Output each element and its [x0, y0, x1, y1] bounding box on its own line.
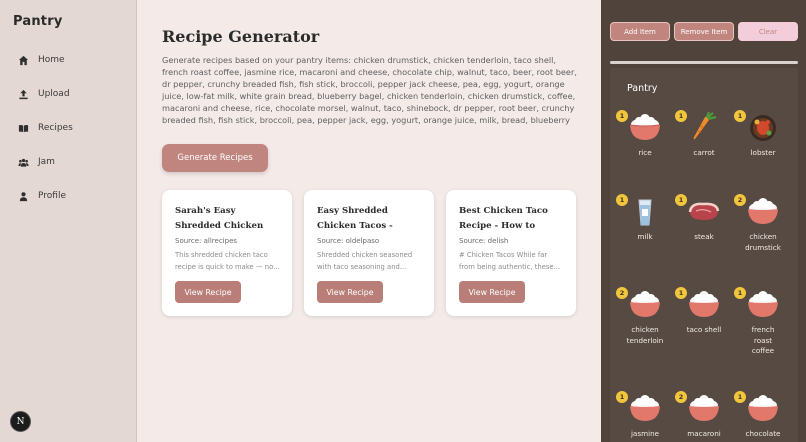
- view-recipe-button[interactable]: View Recipe: [175, 281, 241, 303]
- item-label: carrot: [693, 148, 715, 157]
- sidebar-item-upload[interactable]: Upload: [18, 84, 70, 104]
- rice-bowl-icon: [689, 291, 719, 317]
- sidebar-item-label: Profile: [38, 191, 66, 201]
- pantry-item-rice[interactable]: 1 rice: [616, 110, 674, 159]
- item-count-badge: 1: [616, 194, 628, 206]
- recipe-title: Easy Shredded Chicken Tacos - Mexican...: [317, 206, 393, 231]
- item-count-badge: 1: [734, 391, 746, 403]
- pantry-grid: Pantry 1 rice 1 carrot 1 lobster 1 milk: [610, 68, 798, 442]
- main-content: Recipe Generator Generate recipes based …: [137, 0, 601, 442]
- milk-glass-icon: [638, 199, 652, 226]
- item-label: lobster: [750, 148, 776, 157]
- pantry-item-carrot[interactable]: 1 carrot: [675, 110, 733, 159]
- item-label: steak: [694, 232, 714, 241]
- sidebar-item-label: Upload: [38, 89, 70, 99]
- brand-title: Pantry: [13, 14, 63, 29]
- steak-icon: [688, 202, 720, 220]
- item-count-badge: 2: [675, 391, 687, 403]
- recipe-card: Best Chicken Taco Recipe - How to Make..…: [446, 190, 576, 316]
- book-icon: [18, 124, 29, 132]
- item-label: milk: [637, 232, 653, 241]
- sidebar-item-recipes[interactable]: Recipes: [18, 118, 73, 138]
- pantry-item-macaroni[interactable]: 2 macaroni: [675, 391, 733, 440]
- item-label: macaroni: [687, 429, 721, 438]
- avatar[interactable]: N: [10, 411, 31, 432]
- recipe-card: Sarah's Easy Shredded Chicken Taco Filli…: [162, 190, 292, 316]
- people-icon: [18, 158, 29, 167]
- pantry-item-milk[interactable]: 1 milk: [616, 194, 674, 243]
- recipe-source: Source: delish: [459, 237, 509, 245]
- item-label: chocolate: [745, 429, 781, 438]
- carrot-icon: [693, 111, 717, 140]
- rice-bowl-icon: [630, 291, 660, 317]
- pantry-item-chicken-tenderloin[interactable]: 2 chicken tenderloin: [616, 287, 674, 346]
- item-label: jasmine: [630, 429, 660, 438]
- item-count-badge: 1: [734, 110, 746, 122]
- pantry-item-lobster[interactable]: 1 lobster: [734, 110, 792, 159]
- sidebar-item-label: Jam: [38, 157, 55, 167]
- page-title: Recipe Generator: [162, 27, 320, 46]
- pantry-item-taco-shell[interactable]: 1 taco shell: [675, 287, 733, 336]
- home-icon: [18, 55, 29, 65]
- rice-bowl-icon: [748, 395, 778, 421]
- item-count-badge: 1: [675, 194, 687, 206]
- pantry-item-steak[interactable]: 1 steak: [675, 194, 733, 243]
- clear-button[interactable]: Clear: [738, 22, 798, 41]
- upload-icon: [19, 89, 28, 99]
- page-description: Generate recipes based on your pantry it…: [162, 55, 577, 125]
- recipe-card: Easy Shredded Chicken Tacos - Mexican...…: [304, 190, 434, 316]
- pantry-item-french-roast-coffee[interactable]: 1 french roast coffee: [734, 287, 792, 357]
- sidebar: Pantry Home Upload Recipes Jam Profile N: [0, 0, 137, 442]
- recipe-snippet: This shredded chicken taco recipe is qui…: [175, 251, 280, 271]
- item-count-badge: 1: [675, 287, 687, 299]
- item-label: chicken drumstick: [745, 232, 781, 252]
- item-label: french roast coffee: [751, 325, 775, 355]
- recipe-source: Source: oldelpaso: [317, 237, 380, 245]
- item-count-badge: 1: [675, 110, 687, 122]
- item-label: rice: [638, 148, 652, 157]
- item-label: taco shell: [686, 325, 722, 334]
- generate-recipes-button[interactable]: Generate Recipes: [162, 144, 268, 172]
- sidebar-item-label: Home: [38, 55, 65, 65]
- person-icon: [19, 191, 28, 201]
- recipe-snippet: # Chicken Tacos While far from being aut…: [459, 251, 561, 271]
- item-count-badge: 1: [616, 391, 628, 403]
- rice-bowl-icon: [630, 395, 660, 421]
- pantry-title: Pantry: [627, 83, 658, 94]
- pantry-panel: Add Item Remove Item Clear Pantry 1 rice…: [601, 0, 806, 442]
- rice-bowl-icon: [689, 395, 719, 421]
- item-count-badge: 1: [734, 287, 746, 299]
- pantry-item-jasmine[interactable]: 1 jasmine: [616, 391, 674, 440]
- pantry-item-chicken-drumstick[interactable]: 2 chicken drumstick: [734, 194, 792, 253]
- divider: [610, 61, 798, 64]
- recipe-snippet: Shredded chicken seasoned with taco seas…: [317, 251, 413, 271]
- item-label: chicken tenderloin: [626, 325, 664, 345]
- view-recipe-button[interactable]: View Recipe: [317, 281, 383, 303]
- lobster-dish-icon: [750, 115, 776, 141]
- rice-bowl-icon: [748, 291, 778, 317]
- sidebar-item-jam[interactable]: Jam: [18, 152, 55, 172]
- recipe-title: Best Chicken Taco Recipe - How to Make..…: [459, 206, 548, 231]
- sidebar-item-label: Recipes: [38, 123, 73, 133]
- pantry-item-chocolate[interactable]: 1 chocolate: [734, 391, 792, 440]
- sidebar-item-home[interactable]: Home: [18, 50, 65, 70]
- view-recipe-button[interactable]: View Recipe: [459, 281, 525, 303]
- rice-bowl-icon: [748, 198, 778, 224]
- add-item-button[interactable]: Add Item: [610, 22, 670, 41]
- item-count-badge: 1: [616, 110, 628, 122]
- recipe-source: Source: allrecipes: [175, 237, 238, 245]
- recipe-title: Sarah's Easy Shredded Chicken Taco Filli…: [175, 206, 264, 231]
- remove-item-button[interactable]: Remove Item: [674, 22, 734, 41]
- item-count-badge: 2: [734, 194, 746, 206]
- item-count-badge: 2: [616, 287, 628, 299]
- rice-bowl-icon: [629, 114, 661, 140]
- sidebar-item-profile[interactable]: Profile: [18, 186, 66, 206]
